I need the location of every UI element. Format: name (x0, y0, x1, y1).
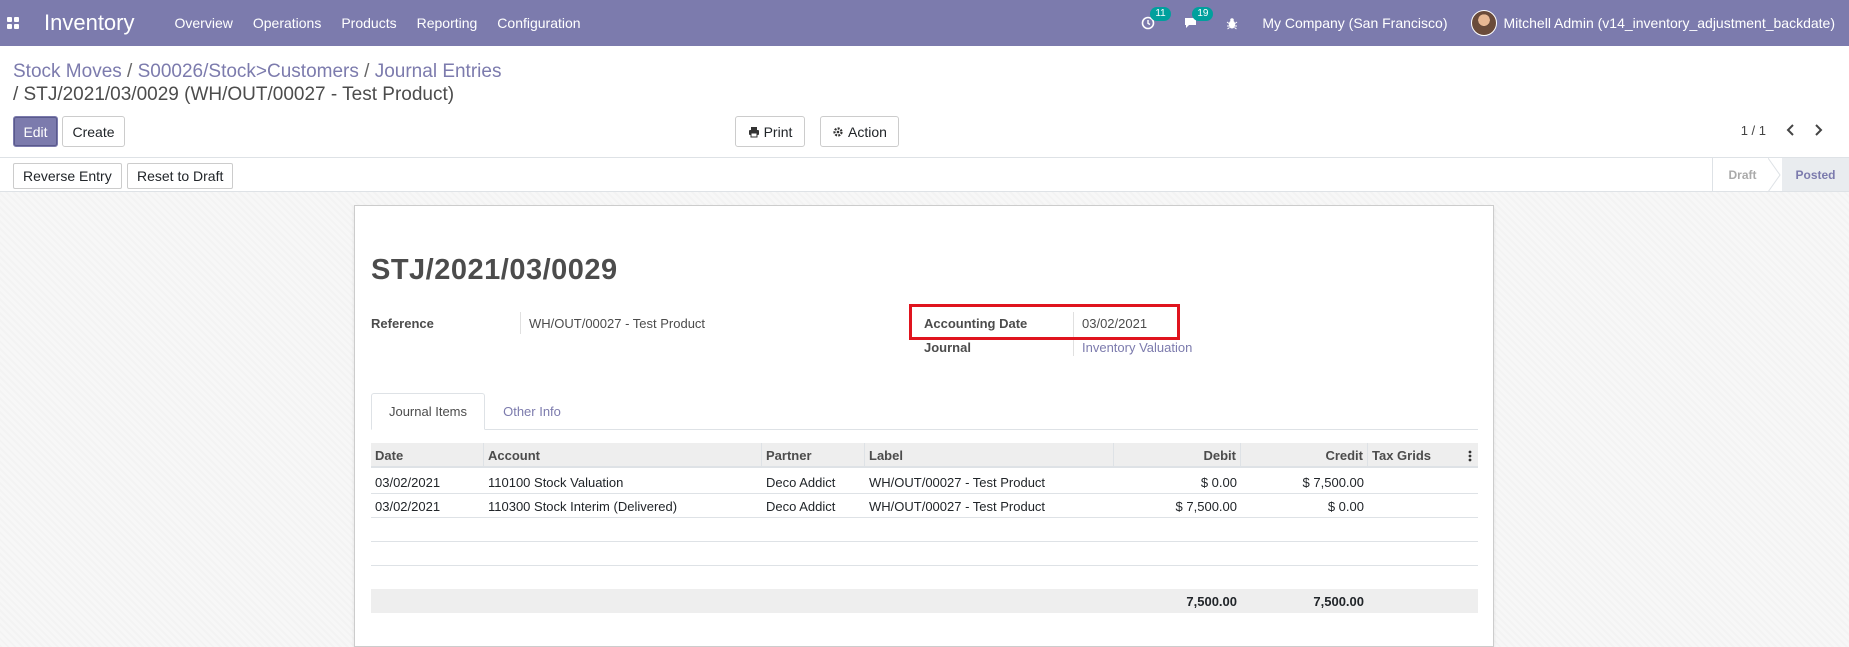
chevron-left-icon (1786, 124, 1794, 136)
reference-label: Reference (371, 316, 434, 331)
optional-columns-icon[interactable] (1468, 450, 1472, 462)
user-name: Mitchell Admin (v14_inventory_adjustment… (1503, 15, 1835, 31)
messages-button[interactable]: 19 (1183, 7, 1214, 30)
print-button[interactable]: Print (735, 116, 805, 147)
pager-value[interactable]: 1 / 1 (1741, 123, 1766, 138)
journal-label: Journal (924, 340, 971, 355)
column-debit[interactable]: Debit (1114, 443, 1241, 468)
reverse-entry-button[interactable]: Reverse Entry (13, 163, 122, 189)
user-menu[interactable]: Mitchell Admin (v14_inventory_adjustment… (1471, 10, 1835, 36)
journal-value[interactable]: Inventory Valuation (1082, 340, 1192, 355)
column-credit[interactable]: Credit (1241, 443, 1368, 468)
highlight-box (909, 304, 1180, 340)
printer-icon (748, 126, 759, 137)
stage-arrow-icon (1768, 158, 1781, 192)
company-name: My Company (San Francisco) (1262, 15, 1448, 31)
top-navbar: Inventory Overview Operations Products R… (0, 0, 1849, 46)
breadcrumb: Stock Moves / S00026/Stock>Customers / J… (13, 60, 501, 107)
bug-icon (1227, 17, 1238, 29)
menu-configuration[interactable]: Configuration (497, 15, 580, 31)
message-count-badge: 19 (1192, 7, 1214, 21)
cell-debit: $ 7,500.00 (1175, 498, 1237, 514)
apps-menu-icon[interactable] (0, 0, 26, 46)
tab-other-info[interactable]: Other Info (487, 393, 577, 430)
cell-date: 03/02/2021 (375, 498, 441, 514)
action-label: Action (848, 123, 887, 140)
notebook-tabs: Journal Items Other Info (371, 393, 1478, 430)
cell-partner: Deco Addict (766, 498, 836, 514)
stage-posted[interactable]: Posted (1782, 158, 1849, 192)
table-row[interactable]: 03/02/2021 110100 Stock Valuation Deco A… (371, 470, 1478, 494)
field-separator (520, 312, 521, 334)
reset-to-draft-button[interactable]: Reset to Draft (127, 163, 234, 189)
cell-tax-grids (1368, 470, 1478, 494)
tab-journal-items[interactable]: Journal Items (371, 393, 485, 430)
reference-value[interactable]: WH/OUT/00027 - Test Product (529, 316, 705, 331)
total-credit: 7,500.00 (1313, 593, 1364, 609)
cell-account: 110100 Stock Valuation (488, 474, 624, 490)
table-row[interactable]: 03/02/2021 110300 Stock Interim (Deliver… (371, 494, 1478, 518)
column-tax-grids-label: Tax Grids (1372, 448, 1432, 463)
company-switcher[interactable]: My Company (San Francisco) (1262, 15, 1447, 31)
menu-overview[interactable]: Overview (175, 15, 233, 31)
edit-button[interactable]: Edit (13, 116, 58, 147)
column-partner[interactable]: Partner (762, 443, 865, 468)
cell-tax-grids (1368, 494, 1478, 518)
menu-reporting[interactable]: Reporting (417, 15, 478, 31)
menu-operations[interactable]: Operations (253, 15, 321, 31)
gear-icon (833, 126, 843, 137)
avatar (1471, 10, 1498, 36)
table-header: Date Account Partner Label Debit Credit … (371, 443, 1478, 468)
cell-partner: Deco Addict (766, 474, 836, 490)
column-tax-grids[interactable]: Tax Grids (1368, 443, 1478, 468)
cell-account: 110300 Stock Interim (Delivered) (488, 498, 678, 514)
chevron-right-icon (1815, 124, 1823, 136)
breadcrumb-transfer[interactable]: S00026/Stock>Customers (138, 61, 359, 82)
breadcrumb-separator: / (121, 61, 138, 82)
pager-next-button[interactable] (1809, 119, 1827, 141)
cell-credit: $ 0.00 (1327, 498, 1364, 514)
app-name[interactable]: Inventory (44, 10, 135, 36)
record-title: STJ/2021/03/0029 (371, 254, 618, 286)
action-button[interactable]: Action (820, 116, 899, 147)
cell-date: 03/02/2021 (375, 474, 441, 490)
total-debit: 7,500.00 (1186, 593, 1237, 609)
cell-label: WH/OUT/00027 - Test Product (869, 498, 1046, 514)
empty-row (371, 518, 1478, 542)
column-date[interactable]: Date (371, 443, 484, 468)
column-account[interactable]: Account (484, 443, 762, 468)
debug-button[interactable] (1226, 17, 1238, 30)
stage-draft[interactable]: Draft (1712, 158, 1772, 192)
create-button[interactable]: Create (62, 116, 125, 147)
menu-products[interactable]: Products (341, 15, 396, 31)
cell-credit: $ 7,500.00 (1302, 474, 1364, 490)
table-footer-totals: 7,500.00 7,500.00 (371, 589, 1478, 613)
print-label: Print (763, 123, 793, 140)
breadcrumb-journal-entries[interactable]: Journal Entries (375, 61, 502, 82)
cell-label: WH/OUT/00027 - Test Product (869, 474, 1046, 490)
pager-previous-button[interactable] (1782, 119, 1800, 141)
breadcrumb-stock-moves[interactable]: Stock Moves (13, 61, 122, 82)
activity-button[interactable]: 11 (1141, 7, 1171, 30)
empty-row (371, 542, 1478, 566)
activity-count-badge: 11 (1150, 7, 1171, 21)
breadcrumb-separator: / (358, 61, 375, 82)
statusbar: Reverse Entry Reset to Draft Draft Poste… (0, 158, 1849, 192)
column-label[interactable]: Label (865, 443, 1114, 468)
breadcrumb-current: / STJ/2021/03/0029 (WH/OUT/00027 - Test … (13, 84, 455, 105)
cell-debit: $ 0.00 (1200, 474, 1237, 490)
form-sheet: STJ/2021/03/0029 Reference WH/OUT/00027 … (354, 205, 1494, 647)
